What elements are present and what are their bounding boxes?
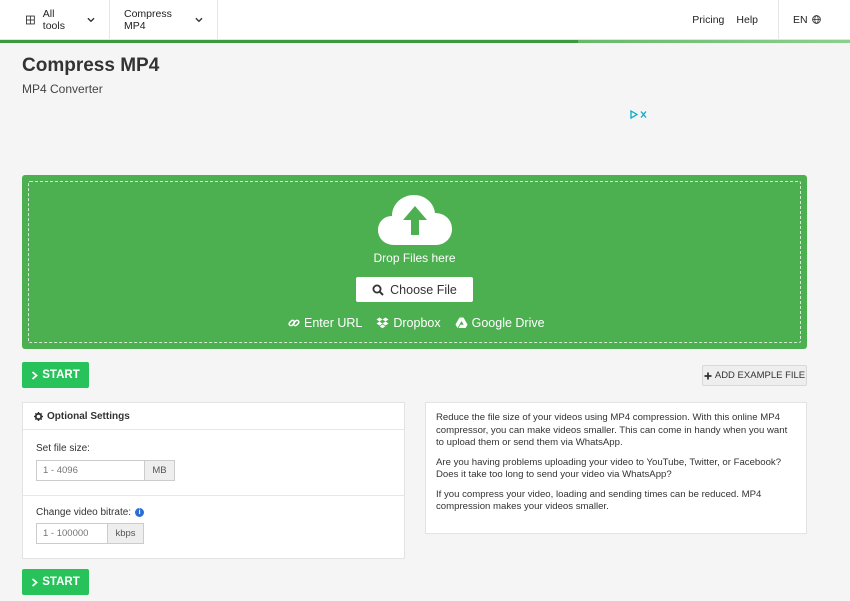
description-paragraph: Reduce the file size of your videos usin… xyxy=(436,412,788,448)
grid-icon xyxy=(26,15,35,24)
start-button[interactable]: START xyxy=(22,362,89,388)
description-panel: Reduce the file size of your videos usin… xyxy=(425,402,807,534)
all-tools-menu[interactable]: All tools xyxy=(0,0,110,39)
dropbox-icon xyxy=(376,317,389,329)
chevron-right-icon xyxy=(32,577,39,587)
dropbox-label: Dropbox xyxy=(393,316,441,330)
bitrate-label: Change video bitrate: xyxy=(36,507,132,518)
bitrate-input[interactable] xyxy=(36,523,108,544)
choose-file-label: Choose File xyxy=(390,282,457,297)
link-icon xyxy=(288,319,300,327)
enter-url-link[interactable]: Enter URL xyxy=(288,316,362,330)
google-drive-icon xyxy=(455,317,468,328)
drop-files-text: Drop Files here xyxy=(373,251,456,265)
file-size-row: Set file size: MB xyxy=(23,431,404,496)
start-label: START xyxy=(42,369,80,381)
language-label: EN xyxy=(793,13,808,26)
page-title: Compress MP4 xyxy=(22,55,160,76)
all-tools-label: All tools xyxy=(42,7,65,32)
cloud-upload-icon xyxy=(378,195,452,245)
bitrate-unit: kbps xyxy=(108,523,144,544)
choose-file-button[interactable]: Choose File xyxy=(356,277,473,302)
info-icon[interactable]: i xyxy=(135,508,145,517)
file-size-input[interactable] xyxy=(36,460,145,481)
ad-choices-icon[interactable] xyxy=(630,109,648,122)
current-tool-menu[interactable]: Compress MP4 xyxy=(110,0,218,39)
language-selector[interactable]: EN xyxy=(778,0,850,39)
description-paragraph: If you compress your video, loading and … xyxy=(436,488,762,513)
chevron-down-icon xyxy=(87,17,95,22)
search-icon xyxy=(372,284,384,296)
header-accent-bar xyxy=(0,40,850,43)
bitrate-label-row: Change video bitrate: i xyxy=(36,507,145,518)
file-size-unit: MB xyxy=(145,460,175,481)
current-tool-label: Compress MP4 xyxy=(124,7,172,32)
file-size-label: Set file size: xyxy=(36,443,90,454)
dropbox-link[interactable]: Dropbox xyxy=(376,316,441,330)
page-subtitle: MP4 Converter xyxy=(22,82,103,96)
globe-icon xyxy=(811,15,821,24)
upload-sources: Enter URL Dropbox Google Drive xyxy=(288,316,545,330)
start-button-bottom[interactable]: START xyxy=(22,569,89,595)
google-drive-label: Google Drive xyxy=(471,316,545,330)
add-example-label: ADD EXAMPLE FILE xyxy=(714,370,806,381)
google-drive-link[interactable]: Google Drive xyxy=(455,316,545,330)
chevron-right-icon xyxy=(32,370,39,380)
start-label: START xyxy=(42,576,80,588)
pricing-link[interactable]: Pricing xyxy=(686,0,730,39)
settings-header: Optional Settings xyxy=(23,403,404,430)
gear-icon xyxy=(34,411,43,421)
optional-settings-panel: Optional Settings Set file size: MB Chan… xyxy=(22,402,405,559)
settings-heading: Optional Settings xyxy=(47,410,130,422)
enter-url-label: Enter URL xyxy=(304,316,363,330)
plus-icon xyxy=(704,372,712,379)
ad-play-icon xyxy=(630,109,647,120)
add-example-file-button[interactable]: ADD EXAMPLE FILE xyxy=(702,365,807,386)
chevron-down-icon xyxy=(195,17,203,22)
description-paragraph: Are you having problems uploading your v… xyxy=(436,456,782,481)
help-link[interactable]: Help xyxy=(730,0,764,39)
top-nav: All tools Compress MP4 Pricing Help EN xyxy=(0,0,850,40)
